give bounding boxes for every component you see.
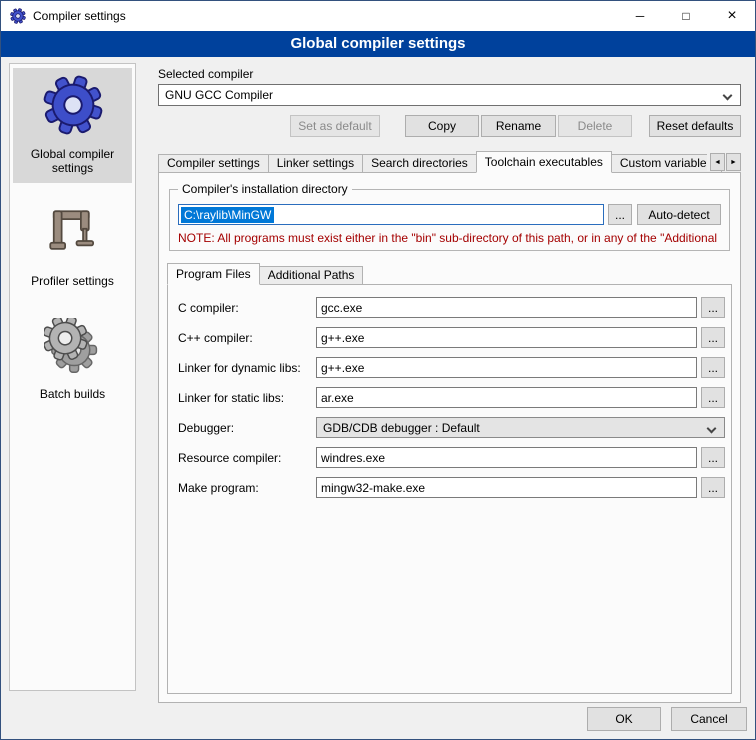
dialog-content: Global compiler settings xyxy=(1,57,755,739)
field-row-static-linker: Linker for static libs: ... xyxy=(178,387,725,408)
field-row-dynamic-linker: Linker for dynamic libs: ... xyxy=(178,357,725,378)
maximize-button[interactable]: □ xyxy=(663,1,709,31)
dialog-header-title: Global compiler settings xyxy=(1,31,755,57)
tab-search-directories[interactable]: Search directories xyxy=(362,154,477,173)
rename-button[interactable]: Rename xyxy=(481,115,556,137)
installation-directory-group: Compiler's installation directory C:\ray… xyxy=(169,189,730,251)
field-label: Debugger: xyxy=(178,421,316,435)
tab-additional-paths[interactable]: Additional Paths xyxy=(259,266,364,285)
selected-compiler-select[interactable]: GNU GCC Compiler xyxy=(158,84,741,106)
titlebar: Compiler settings ─ □ × xyxy=(1,1,755,31)
make-program-input[interactable] xyxy=(316,477,697,498)
tab-scroll-buttons: ◄ ► xyxy=(707,153,741,171)
tab-program-files[interactable]: Program Files xyxy=(167,263,260,285)
window-title: Compiler settings xyxy=(33,9,126,23)
delete-button[interactable]: Delete xyxy=(558,115,632,137)
programs-tabstrip: Program Files Additional Paths xyxy=(167,263,732,285)
window-controls: ─ □ × xyxy=(617,1,755,31)
cpp-compiler-input[interactable] xyxy=(316,327,697,348)
field-row-make-program: Make program: ... xyxy=(178,477,725,498)
browse-button[interactable]: ... xyxy=(701,387,725,408)
reset-defaults-button[interactable]: Reset defaults xyxy=(649,115,741,137)
browse-button[interactable]: ... xyxy=(701,447,725,468)
field-label: Linker for static libs: xyxy=(178,391,316,405)
sidebar: Global compiler settings xyxy=(9,63,136,691)
field-row-cpp-compiler: C++ compiler: ... xyxy=(178,327,725,348)
field-row-c-compiler: C compiler: ... xyxy=(178,297,725,318)
field-label: Linker for dynamic libs: xyxy=(178,361,316,375)
resource-compiler-input[interactable] xyxy=(316,447,697,468)
sidebar-item-profiler-settings[interactable]: Profiler settings xyxy=(13,199,132,296)
main-panel: Selected compiler GNU GCC Compiler Set a… xyxy=(149,63,749,703)
selected-compiler-value: GNU GCC Compiler xyxy=(165,88,273,102)
auto-detect-button[interactable]: Auto-detect xyxy=(637,204,721,225)
blue-gear-icon xyxy=(42,125,104,139)
field-label: C compiler: xyxy=(178,301,316,315)
clamp-tool-icon xyxy=(45,252,101,266)
set-as-default-button[interactable]: Set as default xyxy=(290,115,380,137)
field-row-debugger: Debugger: GDB/CDB debugger : Default xyxy=(178,417,725,438)
installation-directory-browse-button[interactable]: ... xyxy=(608,204,632,225)
debugger-value: GDB/CDB debugger : Default xyxy=(323,421,480,435)
sidebar-item-batch-builds[interactable]: Batch builds xyxy=(13,312,132,409)
toolchain-executables-panel: Compiler's installation directory C:\ray… xyxy=(158,172,741,703)
compiler-tabstrip: Compiler settings Linker settings Search… xyxy=(158,151,741,173)
browse-button[interactable]: ... xyxy=(701,297,725,318)
dialog-footer: OK Cancel xyxy=(587,707,747,731)
tab-custom-variables[interactable]: Custom variables xyxy=(611,154,722,173)
chevron-down-icon xyxy=(707,424,717,434)
tab-toolchain-executables[interactable]: Toolchain executables xyxy=(476,151,612,173)
static-linker-input[interactable] xyxy=(316,387,697,408)
field-label: C++ compiler: xyxy=(178,331,316,345)
minimize-button[interactable]: ─ xyxy=(617,1,663,31)
browse-button[interactable]: ... xyxy=(701,477,725,498)
ok-button[interactable]: OK xyxy=(587,707,661,731)
tab-compiler-settings[interactable]: Compiler settings xyxy=(158,154,269,173)
field-row-resource-compiler: Resource compiler: ... xyxy=(178,447,725,468)
dynamic-linker-input[interactable] xyxy=(316,357,697,378)
sidebar-item-label: Profiler settings xyxy=(15,274,130,288)
cancel-button[interactable]: Cancel xyxy=(671,707,747,731)
sidebar-item-label: Global compiler settings xyxy=(15,147,130,175)
tab-scroll-right-button[interactable]: ► xyxy=(726,153,741,171)
field-label: Make program: xyxy=(178,481,316,495)
close-button[interactable]: × xyxy=(709,1,755,31)
installation-directory-row: C:\raylib\MinGW ... Auto-detect xyxy=(178,204,721,225)
app-icon xyxy=(10,8,26,24)
compiler-actions: Set as default Copy Rename Delete Reset … xyxy=(158,115,741,137)
browse-button[interactable]: ... xyxy=(701,357,725,378)
program-files-panel: C compiler: ... C++ compiler: ... Linker… xyxy=(167,284,732,694)
chevron-down-icon xyxy=(723,91,733,101)
sidebar-item-label: Batch builds xyxy=(15,387,130,401)
installation-directory-input[interactable]: C:\raylib\MinGW xyxy=(178,204,604,225)
debugger-select[interactable]: GDB/CDB debugger : Default xyxy=(316,417,725,438)
field-label: Resource compiler: xyxy=(178,451,316,465)
compiler-settings-window: Compiler settings ─ □ × Global compiler … xyxy=(0,0,756,740)
copy-button[interactable]: Copy xyxy=(405,115,479,137)
tab-scroll-left-button[interactable]: ◄ xyxy=(710,153,725,171)
tab-linker-settings[interactable]: Linker settings xyxy=(268,154,363,173)
sidebar-item-global-compiler-settings[interactable]: Global compiler settings xyxy=(13,68,132,183)
installation-note: NOTE: All programs must exist either in … xyxy=(178,231,721,245)
installation-directory-label: Compiler's installation directory xyxy=(178,182,352,196)
browse-button[interactable]: ... xyxy=(701,327,725,348)
selected-compiler-label: Selected compiler xyxy=(158,67,741,81)
gray-gears-icon xyxy=(44,365,102,379)
c-compiler-input[interactable] xyxy=(316,297,697,318)
installation-directory-value: C:\raylib\MinGW xyxy=(181,207,274,223)
